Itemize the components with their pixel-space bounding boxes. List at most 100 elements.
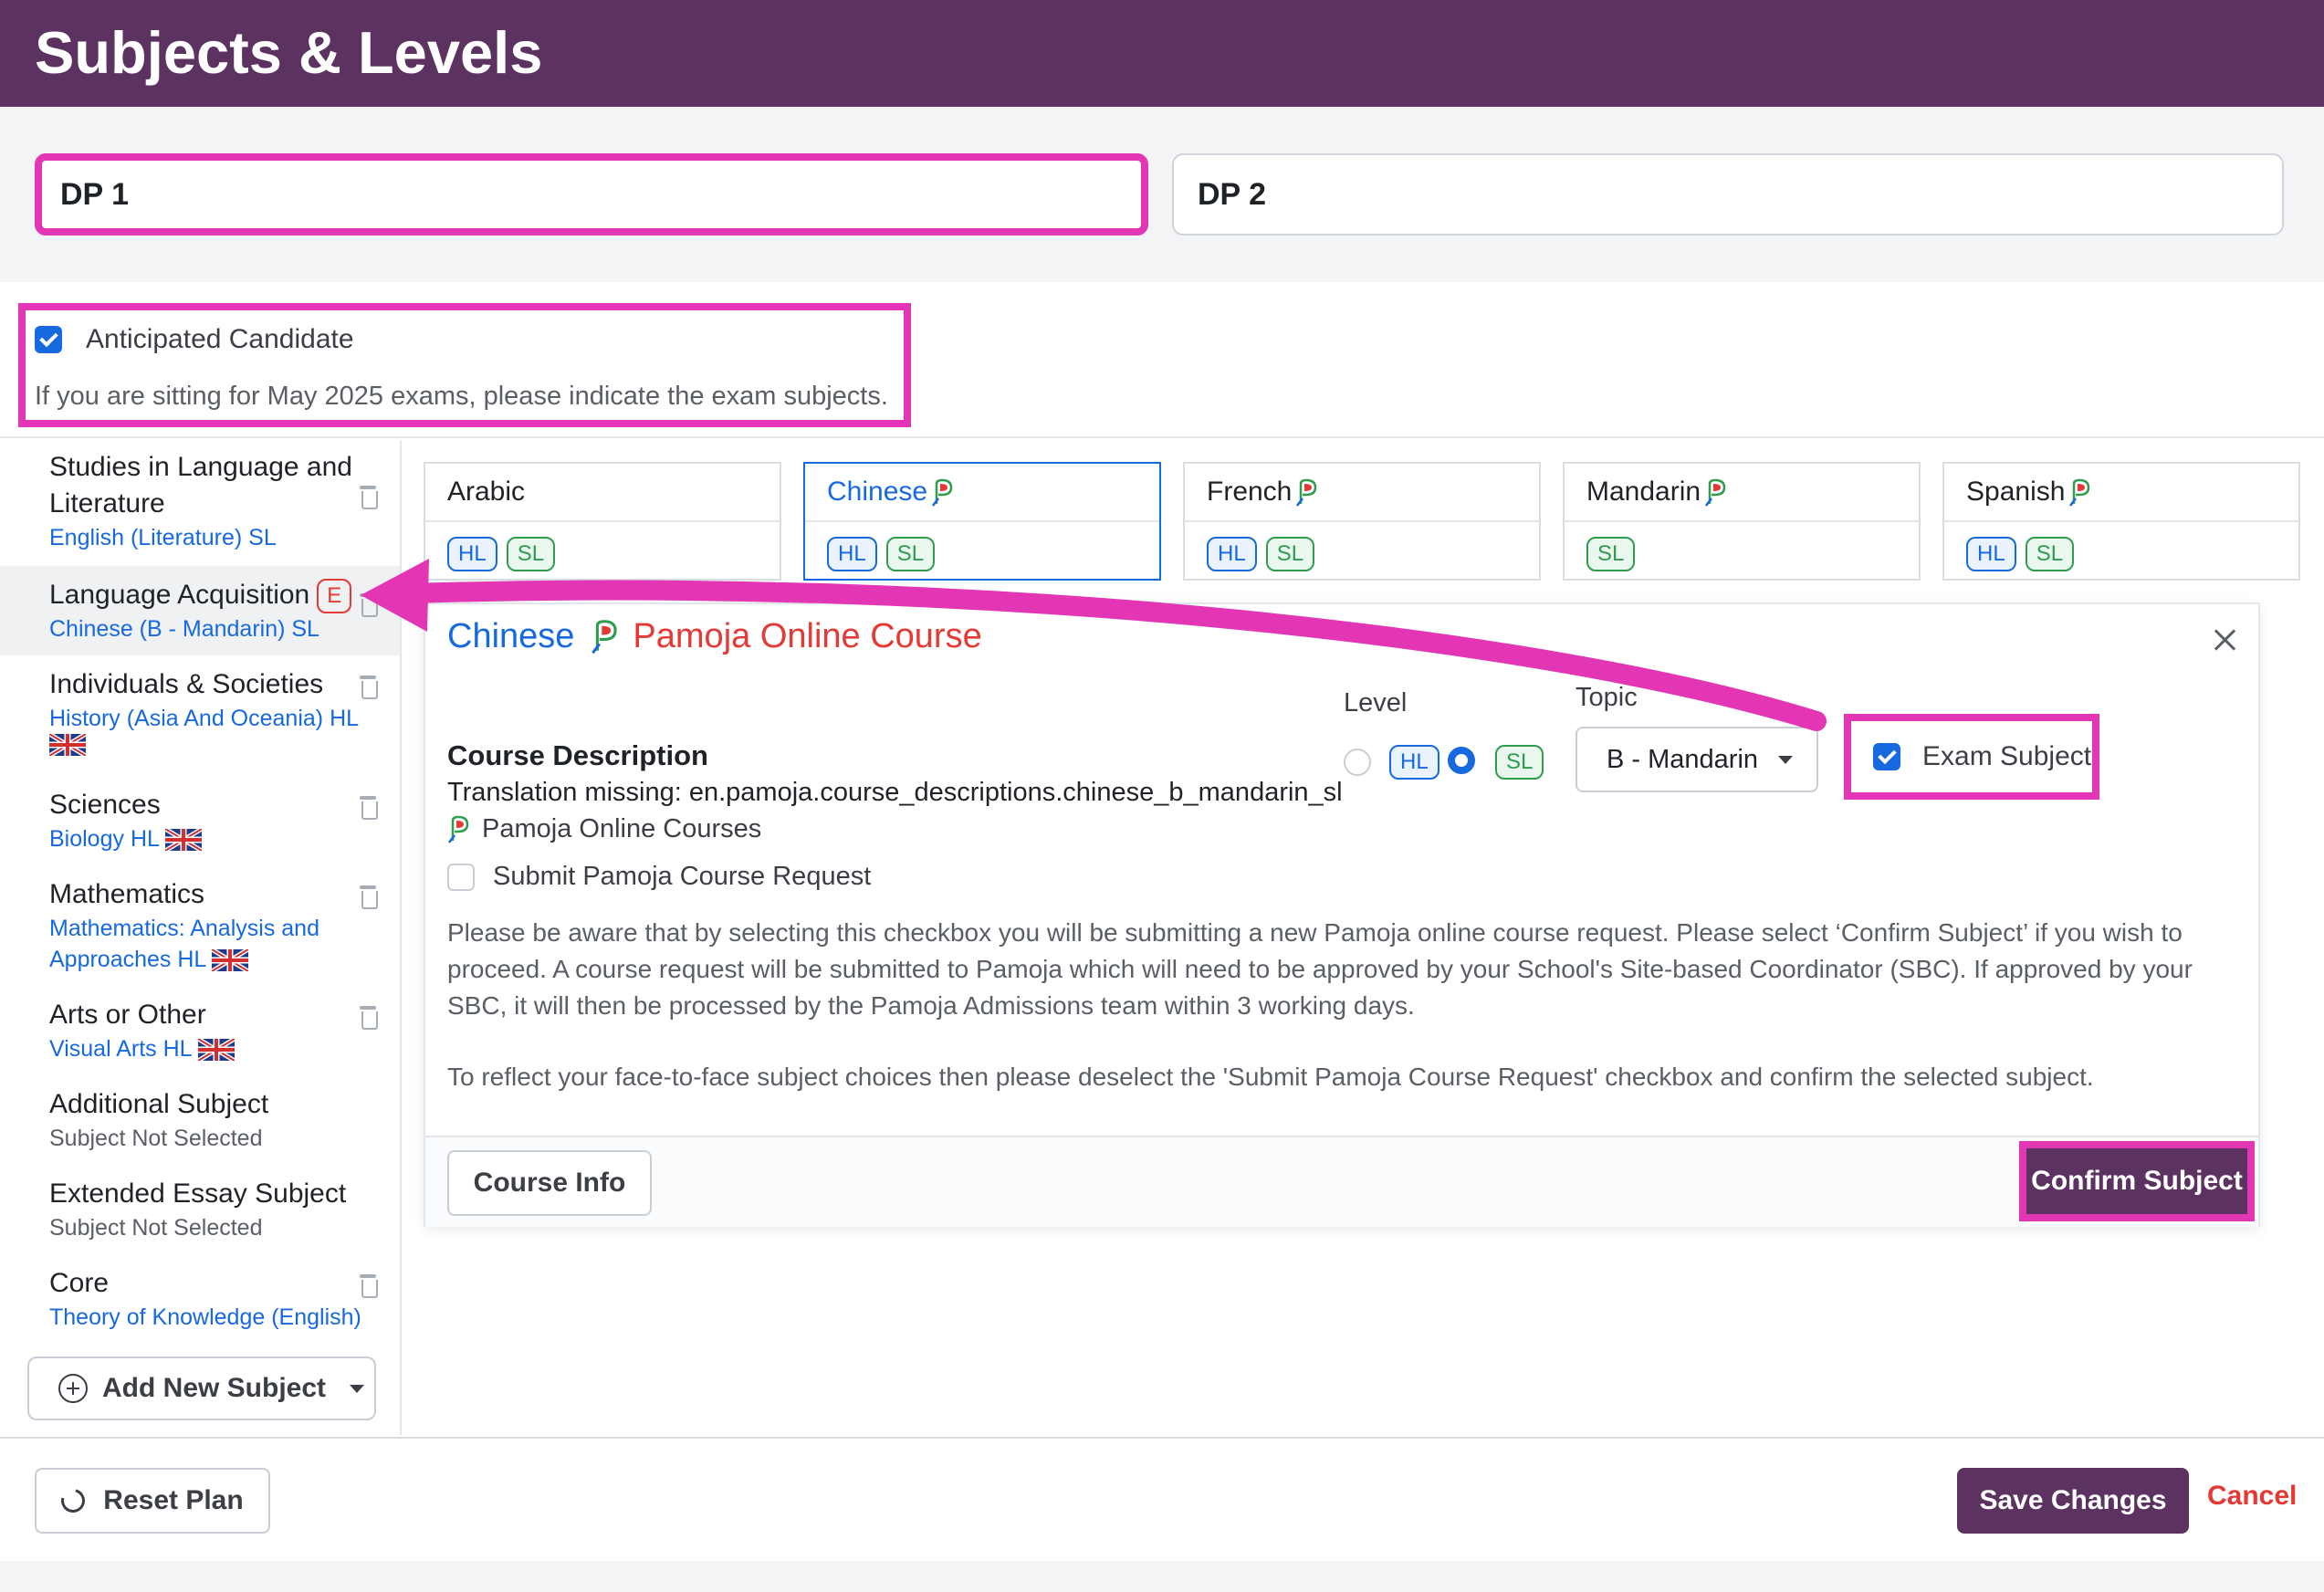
trash-icon[interactable] [358, 593, 378, 617]
level-pill-hl[interactable]: HL [447, 537, 497, 571]
checkbox-checked-icon[interactable] [1873, 743, 1900, 770]
sidebar-item-core[interactable]: Core Theory of Knowledge (English) [0, 1265, 400, 1347]
pamoja-icon [591, 619, 620, 655]
save-changes-button[interactable]: Save Changes [1957, 1468, 2189, 1534]
panel-subject-title: Chinese [447, 617, 575, 655]
sidebar-item-extended-essay[interactable]: Extended Essay Subject Subject Not Selec… [0, 1176, 400, 1258]
submit-request-label: Submit Pamoja Course Request [493, 862, 872, 891]
sidebar-item-arts[interactable]: Arts or Other Visual Arts HL [0, 997, 400, 1079]
sidebar-item-title: Mathematics [49, 879, 205, 909]
submit-pamoja-request-checkbox[interactable]: Submit Pamoja Course Request [447, 862, 871, 892]
cancel-link[interactable]: Cancel [2207, 1481, 2297, 1512]
uk-flag-icon [198, 1039, 235, 1061]
language-name: French [1207, 477, 1293, 507]
uk-flag-icon [212, 949, 248, 971]
tab-dp1[interactable]: DP 1 [35, 153, 1148, 236]
subject-detail-panel: Chinese Pamoja Online Course Level HL SL… [424, 602, 2260, 1227]
language-name: Mandarin [1586, 477, 1701, 507]
anticipated-label: Anticipated Candidate [86, 324, 354, 354]
course-info-button[interactable]: Course Info [447, 1150, 652, 1216]
sidebar-item-language-acquisition[interactable]: Language Acquisition E Chinese (B - Manda… [0, 566, 400, 655]
close-icon[interactable] [2211, 626, 2238, 654]
sidebar-item-subject: Biology HL [49, 826, 160, 852]
topic-label: Topic [1576, 683, 1638, 712]
confirm-highlight: Confirm Subject [2019, 1141, 2255, 1221]
language-card-french[interactable]: French HL SL [1183, 462, 1541, 581]
sidebar-item-title: Individuals & Societies [49, 669, 324, 699]
trash-icon[interactable] [358, 885, 378, 909]
exam-badge: E [317, 579, 352, 614]
anticipated-candidate-checkbox[interactable]: Anticipated Candidate [35, 324, 354, 355]
course-description-text: Translation missing: en.pamoja.course_de… [447, 778, 1343, 807]
page-title: Subjects & Levels [35, 19, 543, 86]
level-pill-sl[interactable]: SL [2025, 537, 2075, 571]
panel-footer: Course Info Confirm Subject [425, 1136, 2258, 1227]
add-new-subject-button[interactable]: Add New Subject [27, 1356, 376, 1420]
language-card-arabic[interactable]: Arabic HL SL [424, 462, 781, 581]
level-label: Level [1344, 688, 1408, 717]
sidebar-item-sciences[interactable]: Sciences Biology HL [0, 787, 400, 869]
sidebar-item-title: Language Acquisition [49, 580, 310, 610]
level-pill-sl[interactable]: SL [1586, 537, 1636, 571]
face-to-face-notice: To reflect your face-to-face subject cho… [447, 1063, 2094, 1091]
sidebar-item-mathematics[interactable]: Mathematics Mathematics: Analysis and Ap… [0, 876, 400, 986]
pamoja-course-label: Pamoja Online Course [633, 617, 982, 655]
anticipated-help-text: If you are sitting for May 2025 exams, p… [35, 382, 888, 411]
language-card-chinese[interactable]: Chinese HL SL [803, 462, 1161, 581]
exam-subject-checkbox[interactable]: Exam Subject [1844, 714, 2099, 800]
sidebar-item-language-literature[interactable]: Studies in Language and Literature Engli… [0, 449, 400, 566]
sidebar-item-title: Core [49, 1268, 110, 1298]
sidebar-item-subject: English (Literature) SL [49, 525, 277, 550]
trash-icon[interactable] [358, 676, 378, 699]
level-pill-sl[interactable]: SL [1265, 537, 1315, 571]
level-pill-hl[interactable]: HL [1207, 537, 1257, 571]
sidebar-item-additional-subject[interactable]: Additional Subject Subject Not Selected [0, 1086, 400, 1168]
sidebar-item-subject: Subject Not Selected [49, 1215, 263, 1241]
confirm-subject-button[interactable]: Confirm Subject [2026, 1148, 2247, 1214]
checkbox-checked-icon[interactable] [35, 326, 62, 353]
sidebar-item-title: Extended Essay Subject [49, 1178, 347, 1209]
course-provider: Pamoja Online Courses [482, 814, 762, 843]
level-pill-sl[interactable]: SL [885, 537, 936, 571]
trash-icon[interactable] [358, 1274, 378, 1298]
language-name: Spanish [1966, 477, 2066, 507]
sidebar-item-subject: Theory of Knowledge (English) [49, 1304, 361, 1330]
trash-icon[interactable] [358, 486, 378, 509]
sidebar-item-subject: Subject Not Selected [49, 1126, 263, 1151]
language-name: Chinese [827, 477, 928, 507]
pamoja-notice-paragraph: Please be aware that by selecting this c… [447, 915, 2236, 1024]
course-description-heading: Course Description [447, 739, 708, 771]
language-name: Arabic [447, 477, 526, 507]
sidebar-item-subject-line2: Approaches HL [49, 947, 207, 972]
sidebar-item-subject: Mathematics: Analysis and [49, 916, 319, 941]
level-pill-sl[interactable]: SL [506, 537, 556, 571]
trash-icon[interactable] [358, 796, 378, 820]
level-option-sl: SL [1495, 745, 1544, 780]
level-radio-hl[interactable] [1344, 749, 1371, 776]
trash-icon[interactable] [358, 1006, 378, 1030]
chevron-down-icon [350, 1384, 365, 1393]
level-pill-hl[interactable]: HL [1966, 537, 2016, 571]
pamoja-icon [931, 478, 955, 508]
pamoja-icon [2068, 478, 2092, 508]
level-pill-hl[interactable]: HL [827, 537, 877, 571]
reset-plan-label: Reset Plan [103, 1485, 244, 1515]
reset-icon [57, 1484, 90, 1517]
sidebar-item-individuals-societies[interactable]: Individuals & Societies History (Asia An… [0, 666, 400, 776]
reset-plan-button[interactable]: Reset Plan [35, 1468, 270, 1534]
uk-flag-icon [165, 829, 202, 851]
topic-select[interactable]: B - Mandarin [1576, 727, 1818, 792]
page-bottom-band [0, 1561, 2324, 1592]
language-card-spanish[interactable]: Spanish HL SL [1942, 462, 2300, 581]
sidebar-item-title-line2: Literature [49, 488, 165, 518]
tab-dp2[interactable]: DP 2 [1172, 153, 2284, 236]
level-radio-sl[interactable] [1448, 747, 1475, 774]
subject-group-sidebar: Studies in Language and Literature Engli… [0, 440, 402, 1435]
level-option-hl: HL [1389, 745, 1439, 780]
plus-circle-icon [58, 1374, 88, 1403]
language-card-mandarin[interactable]: Mandarin SL [1563, 462, 1921, 581]
sidebar-item-title: Additional Subject [49, 1089, 269, 1119]
checkbox-unchecked-icon[interactable] [447, 863, 475, 891]
uk-flag-icon [49, 734, 86, 756]
pamoja-icon [1295, 478, 1319, 508]
